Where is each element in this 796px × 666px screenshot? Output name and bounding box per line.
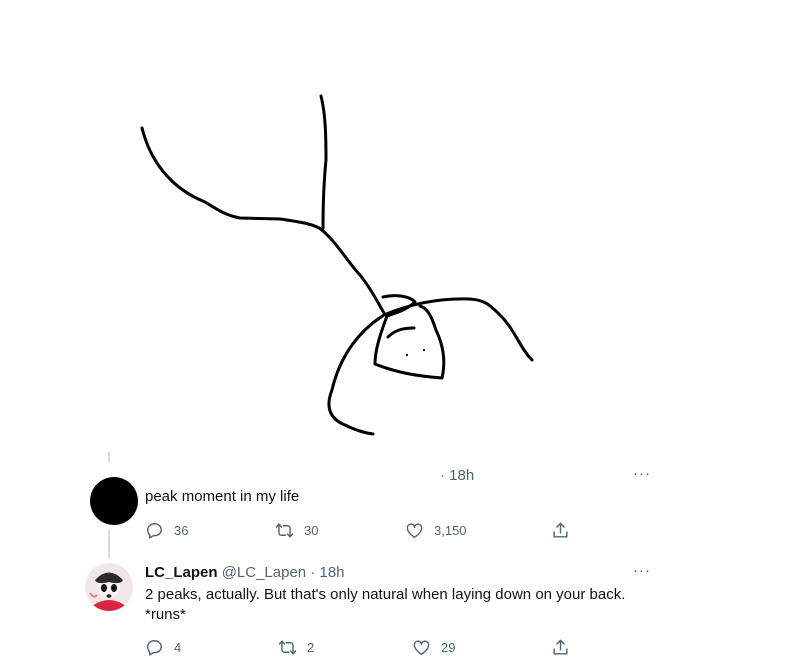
- drawing-stroke-left-arm: [140, 126, 324, 232]
- tweet-text: 2 peaks, actually. But that's only natur…: [145, 585, 625, 625]
- drawing-eye-left: [405, 353, 409, 357]
- retweet-icon: [278, 639, 297, 655]
- drawing-stroke-head: [373, 294, 446, 380]
- retweet-button[interactable]: 30: [275, 520, 318, 540]
- retweet-count: 2: [307, 639, 315, 655]
- heart-icon: [406, 522, 423, 538]
- like-count: 29: [441, 639, 456, 655]
- retweet-count: 30: [304, 522, 319, 538]
- tweet-text-line: 2 peaks, actually. But that's only natur…: [145, 586, 626, 603]
- drawing-stroke-vertical: [319, 94, 328, 230]
- display-name[interactable]: LC_Lapen: [145, 564, 218, 581]
- share-button[interactable]: [551, 520, 580, 540]
- tweet-media-drawing[interactable]: [0, 0, 796, 450]
- like-button[interactable]: 3,150: [405, 520, 467, 540]
- share-icon: [553, 639, 568, 655]
- reply-button[interactable]: 4: [145, 637, 181, 657]
- reply-count: 4: [174, 639, 182, 655]
- drawing-stroke-diagonal: [320, 228, 386, 315]
- retweet-icon: [275, 522, 294, 538]
- retweet-button[interactable]: 2: [278, 637, 314, 657]
- like-count: 3,150: [434, 522, 467, 538]
- thread-connector-top: [108, 452, 110, 462]
- user-handle[interactable]: @LC_Lapen: [222, 564, 306, 581]
- tweet-timestamp[interactable]: · 18h: [440, 467, 474, 485]
- reply-count: 36: [174, 522, 189, 538]
- drawing-stroke-mouth: [386, 326, 416, 339]
- heart-icon: [413, 639, 430, 655]
- avatar-image: [85, 563, 133, 611]
- tweet-text: peak moment in my life: [145, 488, 300, 505]
- more-options-button[interactable]: ···: [633, 562, 651, 579]
- tweet-timestamp[interactable]: · 18h: [310, 564, 344, 581]
- avatar[interactable]: [85, 563, 133, 611]
- share-button[interactable]: [551, 637, 580, 657]
- reply-button[interactable]: 36: [145, 520, 188, 540]
- reply-icon: [147, 639, 162, 656]
- like-button[interactable]: 29: [412, 637, 455, 657]
- tweet-text-line: *runs*: [145, 606, 186, 623]
- avatar[interactable]: [90, 477, 138, 525]
- thread-connector-middle: [108, 530, 110, 558]
- share-icon: [553, 522, 568, 538]
- reply-icon: [147, 522, 162, 539]
- more-options-button[interactable]: ···: [633, 465, 651, 482]
- drawing-eye-right: [422, 348, 426, 352]
